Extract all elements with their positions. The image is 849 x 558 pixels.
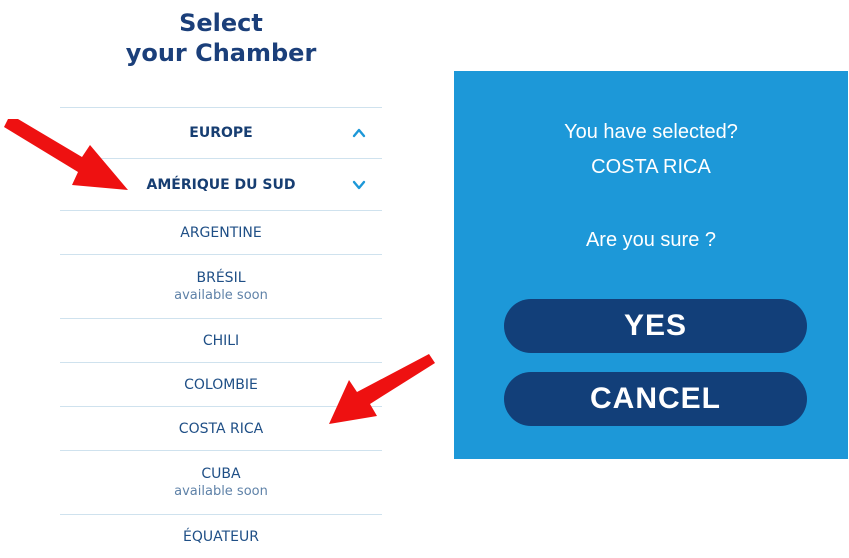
chevron-down-icon[interactable] [352, 178, 366, 192]
annotation-arrow-country [329, 354, 435, 424]
availability-note: available soon [174, 484, 268, 499]
country-argentine[interactable]: ARGENTINE [60, 210, 382, 254]
confirm-dialog: You have selected? COSTA RICA Are you su… [454, 71, 848, 459]
region-label: EUROPE [189, 125, 253, 141]
cancel-button[interactable]: CANCEL [504, 372, 807, 426]
page-title: Select your Chamber [60, 8, 382, 68]
country-label: COSTA RICA [178, 420, 264, 437]
availability-note: available soon [174, 288, 268, 303]
dialog-selected-text: You have selected? [564, 121, 738, 143]
country-label: ARGENTINE [180, 224, 262, 241]
chevron-up-icon[interactable] [352, 126, 366, 140]
dialog-question: Are you sure ? [585, 229, 717, 251]
country-label: CHILI [202, 332, 240, 349]
country-label: COLOMBIE [184, 376, 258, 393]
page-title-line2: your Chamber [125, 39, 317, 67]
country-cuba[interactable]: CUBA available soon [60, 450, 382, 514]
country-label: BRÉSIL [196, 270, 246, 286]
region-label: AMÉRIQUE DU SUD [146, 176, 296, 193]
page-title-line1: Select [179, 9, 263, 37]
dialog-selected-country: COSTA RICA [591, 156, 711, 178]
country-bresil[interactable]: BRÉSIL available soon [60, 254, 382, 318]
country-equateur[interactable]: ÉQUATEUR [60, 514, 382, 558]
country-label: ÉQUATEUR [183, 528, 259, 545]
country-label: CUBA [201, 466, 241, 482]
yes-button[interactable]: YES [504, 299, 807, 353]
annotation-arrow-region [4, 119, 128, 190]
